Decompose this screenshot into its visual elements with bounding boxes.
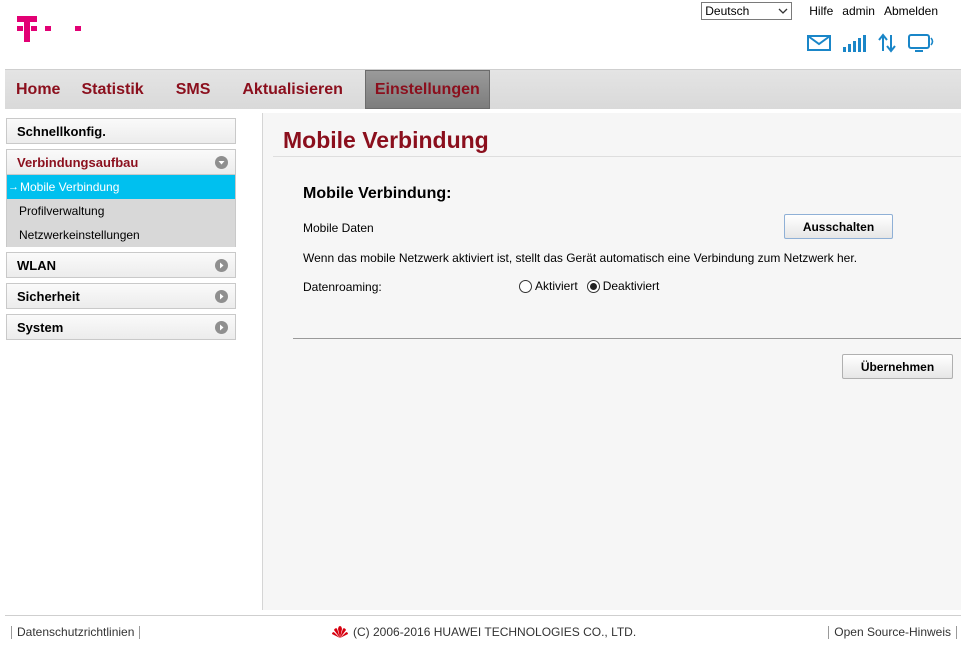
arrow-right-icon: →: [8, 181, 19, 193]
mobile-data-label: Mobile Daten: [303, 221, 374, 235]
nav-einstellungen[interactable]: Einstellungen: [364, 70, 490, 109]
roaming-radio-group: Aktiviert Deaktiviert: [519, 279, 668, 293]
top-links: Deutsch Hilfe admin Abmelden: [701, 2, 938, 20]
language-select[interactable]: Deutsch: [701, 2, 793, 20]
sidebar-item-netzwerkeinstellungen[interactable]: Netzwerkeinstellungen: [7, 223, 235, 247]
admin-user-link[interactable]: admin: [842, 4, 875, 18]
help-link[interactable]: Hilfe: [809, 4, 833, 18]
chevron-right-circle-icon: [215, 258, 228, 272]
chevron-down-circle-icon: [215, 155, 228, 169]
sidebar-group-schnellkonfig[interactable]: Schnellkonfig.: [6, 118, 236, 144]
signal-icon[interactable]: [842, 34, 866, 52]
roaming-enabled-radio[interactable]: [519, 279, 532, 293]
sidebar-group-label: WLAN: [17, 257, 56, 273]
chevron-right-circle-icon: [215, 289, 228, 303]
sidebar-item-label: Netzwerkeinstellungen: [19, 228, 140, 242]
sidebar-item-mobile-verbindung[interactable]: → Mobile Verbindung: [7, 175, 235, 199]
footer: Datenschutzrichtlinien (C) 2006-2016 HUA…: [0, 624, 966, 642]
main-content: Mobile Verbindung Mobile Verbindung: Mob…: [263, 113, 961, 610]
sidebar-group-label: System: [17, 319, 64, 335]
copyright-text: (C) 2006-2016 HUAWEI TECHNOLOGIES CO., L…: [353, 625, 637, 639]
sidebar-group-verbindungsaufbau[interactable]: Verbindungsaufbau: [6, 149, 236, 175]
sidebar-submenu-verbindungsaufbau: → Mobile Verbindung Profilverwaltung Net…: [6, 175, 236, 247]
roaming-disabled-label[interactable]: Deaktiviert: [603, 279, 660, 293]
roaming-disabled-radio[interactable]: [586, 279, 600, 293]
open-source-notice-link[interactable]: Open Source-Hinweis: [828, 626, 957, 639]
sidebar-item-label: Profilverwaltung: [19, 204, 105, 218]
sidebar-group-wlan[interactable]: WLAN: [6, 252, 236, 278]
privacy-policy-link[interactable]: Datenschutzrichtlinien: [11, 626, 141, 639]
logout-link[interactable]: Abmelden: [884, 4, 938, 18]
nav-statistik[interactable]: Statistik: [70, 70, 154, 109]
data-transfer-icon[interactable]: [877, 33, 897, 53]
sidebar-group-system[interactable]: System: [6, 314, 236, 340]
mobile-data-description: Wenn das mobile Netzwerk aktiviert ist, …: [303, 251, 858, 265]
sidebar-group-label: Sicherheit: [17, 288, 80, 304]
section-divider: [293, 338, 961, 339]
sidebar-item-label: Mobile Verbindung: [20, 180, 120, 194]
copyright: (C) 2006-2016 HUAWEI TECHNOLOGIES CO., L…: [331, 624, 636, 640]
sidebar-item-profilverwaltung[interactable]: Profilverwaltung: [7, 199, 235, 223]
footer-divider: [5, 615, 961, 616]
nav-aktualisieren[interactable]: Aktualisieren: [221, 70, 352, 109]
header: Deutsch Hilfe admin Abmelden: [0, 0, 966, 68]
roaming-enabled-label[interactable]: Aktiviert: [535, 279, 578, 293]
huawei-logo-icon: [332, 626, 348, 638]
apply-button[interactable]: Übernehmen: [842, 354, 953, 379]
sidebar: Schnellkonfig. Verbindungsaufbau → Mobil…: [6, 118, 236, 345]
title-divider: [273, 156, 961, 157]
roaming-label: Datenroaming:: [303, 280, 382, 294]
nav-sms[interactable]: SMS: [155, 70, 222, 109]
sidebar-group-sicherheit[interactable]: Sicherheit: [6, 283, 236, 309]
section-title: Mobile Verbindung:: [303, 185, 452, 202]
mobile-data-toggle-button[interactable]: Ausschalten: [784, 214, 893, 239]
page-title: Mobile Verbindung: [283, 127, 489, 153]
main-nav: Home Statistik SMS Aktualisieren Einstel…: [5, 69, 961, 109]
status-icons: [807, 33, 936, 53]
language-select-value: Deutsch: [705, 4, 750, 18]
nav-home[interactable]: Home: [5, 70, 70, 109]
mail-icon[interactable]: [807, 35, 831, 51]
connection-monitor-icon[interactable]: [908, 33, 936, 53]
telekom-logo[interactable]: [17, 14, 83, 49]
chevron-right-circle-icon: [215, 320, 228, 334]
sidebar-group-label: Verbindungsaufbau: [17, 154, 139, 170]
chevron-down-icon: [778, 8, 788, 14]
sidebar-group-label: Schnellkonfig.: [17, 123, 106, 139]
